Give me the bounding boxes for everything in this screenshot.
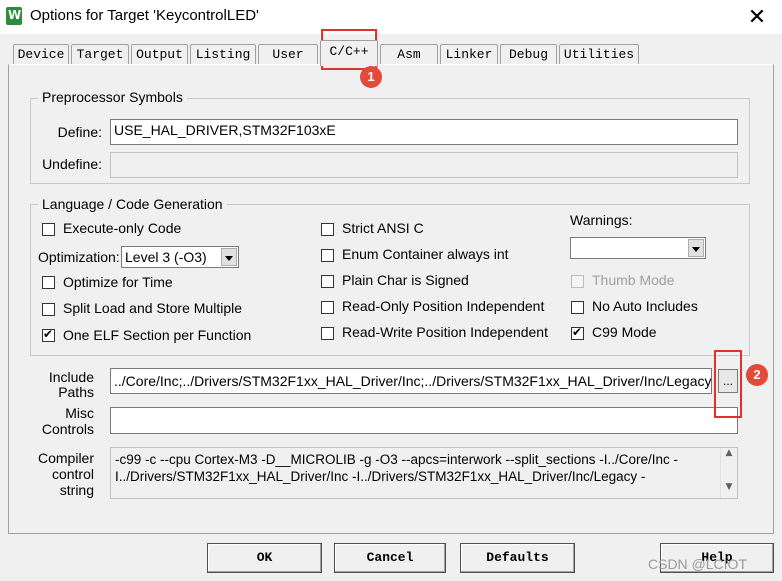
- tab-utilities[interactable]: Utilities: [559, 44, 639, 64]
- plain-char-label: Plain Char is Signed: [342, 272, 469, 288]
- define-label: Define:: [57, 124, 102, 140]
- split-load-checkbox[interactable]: [42, 303, 55, 316]
- undefine-label: Undefine:: [42, 156, 102, 172]
- tab-output[interactable]: Output: [131, 44, 188, 64]
- no-auto-includes-label: No Auto Includes: [592, 298, 698, 314]
- c99-mode-label: C99 Mode: [592, 324, 657, 340]
- scroll-up-icon[interactable]: ▲: [721, 448, 737, 464]
- chevron-down-icon[interactable]: [221, 248, 237, 266]
- tab-user[interactable]: User: [258, 44, 318, 64]
- chevron-down-icon[interactable]: [688, 239, 704, 257]
- no-auto-includes-checkbox[interactable]: [571, 301, 584, 314]
- rw-position-label: Read-Write Position Independent: [342, 324, 548, 340]
- optimization-value: Level 3 (-O3): [125, 249, 207, 265]
- tab-c-cpp[interactable]: C/C++: [320, 40, 378, 66]
- optimize-time-checkbox[interactable]: [42, 276, 55, 289]
- c99-mode-checkbox[interactable]: [571, 325, 584, 340]
- thumb-mode-checkbox: [571, 275, 584, 288]
- warnings-label: Warnings:: [570, 212, 633, 228]
- optimization-select[interactable]: Level 3 (-O3): [121, 246, 239, 268]
- execute-only-checkbox[interactable]: [42, 223, 55, 236]
- enum-container-label: Enum Container always int: [342, 246, 509, 262]
- ro-position-checkbox[interactable]: [321, 301, 334, 314]
- cancel-button[interactable]: Cancel: [334, 543, 446, 573]
- thumb-mode-label: Thumb Mode: [592, 272, 675, 288]
- ok-button[interactable]: OK: [207, 543, 322, 573]
- warnings-select[interactable]: [570, 237, 706, 259]
- include-paths-input[interactable]: ../Core/Inc;../Drivers/STM32F1xx_HAL_Dri…: [110, 368, 712, 394]
- annotation-box-browse: [714, 350, 742, 418]
- language-group-title: Language / Code Generation: [38, 196, 227, 212]
- annotation-badge-2: 2: [746, 364, 768, 386]
- compiler-control-scrollbar[interactable]: ▲ ▼: [720, 448, 737, 498]
- tab-asm[interactable]: Asm: [380, 44, 438, 64]
- execute-only-label: Execute-only Code: [63, 220, 182, 236]
- split-load-label: Split Load and Store Multiple: [63, 300, 242, 316]
- compiler-control-label: Compiler control string: [37, 450, 94, 498]
- tab-linker[interactable]: Linker: [440, 44, 498, 64]
- optimization-label: Optimization:: [38, 249, 120, 265]
- optimize-time-label: Optimize for Time: [63, 274, 173, 290]
- window-title: Options for Target 'KeycontrolLED': [30, 7, 259, 24]
- define-input[interactable]: USE_HAL_DRIVER,STM32F103xE: [110, 119, 738, 145]
- misc-controls-input[interactable]: [110, 407, 738, 434]
- tab-device[interactable]: Device: [13, 44, 69, 64]
- strict-ansi-label: Strict ANSI C: [342, 220, 424, 236]
- include-paths-label: Include Paths: [48, 369, 94, 400]
- tab-target[interactable]: Target: [71, 44, 129, 64]
- tab-debug[interactable]: Debug: [500, 44, 557, 64]
- enum-container-checkbox[interactable]: [321, 249, 334, 262]
- tab-listing[interactable]: Listing: [190, 44, 256, 64]
- misc-controls-label: Misc Controls: [41, 405, 94, 437]
- strict-ansi-checkbox[interactable]: [321, 223, 334, 236]
- ro-position-label: Read-Only Position Independent: [342, 298, 545, 314]
- defaults-button[interactable]: Defaults: [460, 543, 575, 573]
- one-elf-label: One ELF Section per Function: [63, 327, 252, 343]
- app-icon: W: [6, 7, 22, 25]
- plain-char-checkbox[interactable]: [321, 275, 334, 288]
- annotation-badge-1: 1: [360, 66, 382, 88]
- one-elf-checkbox[interactable]: [42, 327, 55, 342]
- preprocessor-group-title: Preprocessor Symbols: [38, 89, 187, 105]
- undefine-input[interactable]: [110, 152, 738, 178]
- scroll-down-icon[interactable]: ▼: [721, 482, 737, 498]
- close-button[interactable]: ✕: [742, 2, 772, 32]
- compiler-control-textarea: -c99 -c --cpu Cortex-M3 -D__MICROLIB -g …: [110, 447, 738, 499]
- watermark: CSDN @LCIOT: [648, 556, 747, 572]
- rw-position-checkbox[interactable]: [321, 327, 334, 340]
